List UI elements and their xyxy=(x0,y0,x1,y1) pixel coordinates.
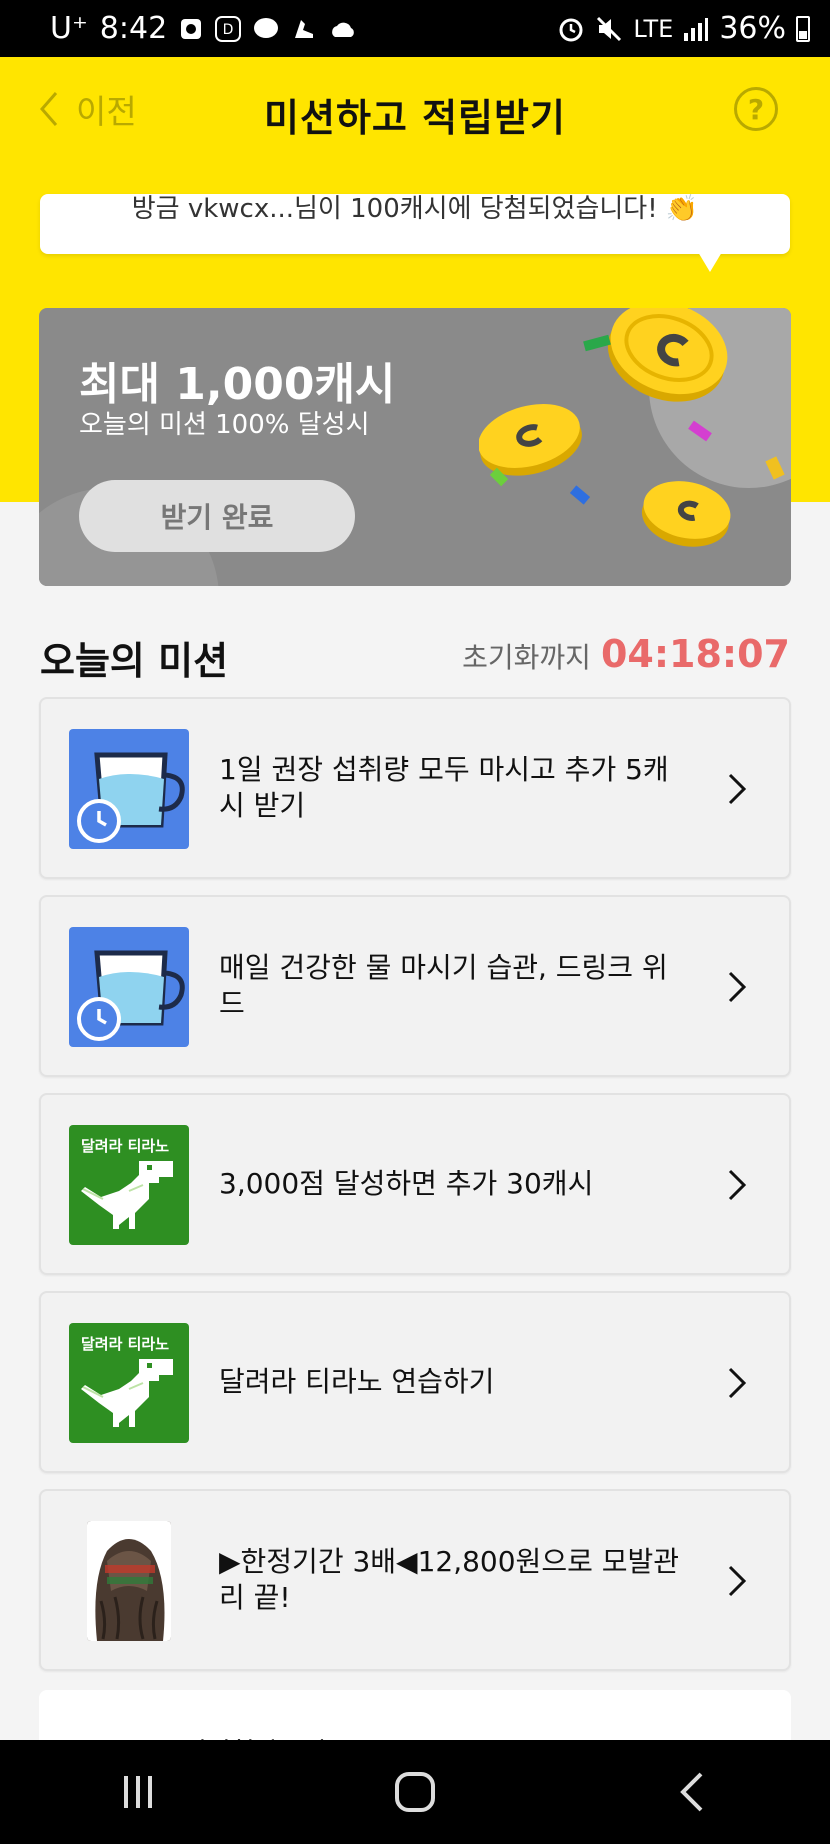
status-time: 8:42 xyxy=(99,11,168,46)
page-title: 미션하고 적립받기 xyxy=(264,96,566,140)
mission-text: 1일 권장 섭취량 모두 마시고 추가 5캐시 받기 xyxy=(219,752,669,822)
mission-item[interactable]: ▶한정기간 3배◀12,800원으로 모발관리 끝! xyxy=(39,1489,791,1671)
app-badge-icon: D xyxy=(215,15,242,42)
shoe-icon xyxy=(291,16,317,42)
back-arrow-icon xyxy=(679,1772,703,1812)
mission-item[interactable]: 1일 권장 섭취량 모두 마시고 추가 5캐시 받기 xyxy=(39,697,791,879)
reset-countdown: 초기화까지 04:18:07 xyxy=(462,632,790,676)
mission-text: 3,000점 달성하면 추가 30캐시 xyxy=(219,1166,594,1200)
coins-illustration-icon xyxy=(479,308,791,547)
battery-percent: 36% xyxy=(719,11,786,46)
chevron-right-icon xyxy=(728,1367,747,1399)
network-type-icon: LTE xyxy=(633,14,674,43)
ticker-tail xyxy=(698,252,722,272)
mission-item[interactable]: 달려라 티라노 3,000점 달성하면 추가 30캐시 xyxy=(39,1093,791,1275)
chevron-right-icon xyxy=(728,1565,747,1597)
home-icon xyxy=(394,1772,435,1812)
winner-ticker: 방금 vkwcx...님이 100캐시에 당첨되었습니다! 👏 xyxy=(40,194,790,254)
home-button[interactable] xyxy=(385,1762,445,1822)
notification-icon xyxy=(179,17,203,41)
recent-apps-icon xyxy=(124,1776,153,1808)
alarm-icon xyxy=(557,15,585,43)
mute-icon xyxy=(595,15,623,43)
claim-complete-button[interactable]: 받기 완료 xyxy=(79,480,355,552)
recent-apps-button[interactable] xyxy=(108,1762,168,1822)
hair-ad-thumbnail xyxy=(87,1521,171,1641)
question-icon: ? xyxy=(747,92,765,126)
reward-card: 최대 1,000캐시 오늘의 미션 100% 달성시 받기 완료 xyxy=(39,308,791,586)
mission-text: 매일 건강한 물 마시기 습관, 드링크 위드 xyxy=(219,950,668,1020)
dino-game-label: 달려라 티라노 xyxy=(81,1137,169,1155)
reward-title: 최대 1,000캐시 xyxy=(79,359,396,410)
status-bar: U⁺ 8:42 D LTE 36% xyxy=(0,0,830,57)
dino-game-icon: 달려라 티라노 xyxy=(69,1125,189,1245)
chevron-right-icon xyxy=(728,773,747,805)
water-cup-alarm-icon xyxy=(69,927,189,1047)
mission-item[interactable]: 달려라 티라노 달려라 티라노 연습하기 xyxy=(39,1291,791,1473)
chevron-right-icon xyxy=(728,1169,747,1201)
chat-icon xyxy=(253,17,279,41)
back-nav-button[interactable] xyxy=(662,1762,722,1822)
dino-game-label: 달려라 티라노 xyxy=(81,1335,169,1353)
mission-text: 달려라 티라노 연습하기 xyxy=(219,1364,495,1398)
svg-text:D: D xyxy=(223,22,234,38)
mission-text: ▶한정기간 3배◀12,800원으로 모발관리 끝! xyxy=(219,1544,680,1614)
help-button[interactable]: ? xyxy=(734,87,778,131)
battery-icon xyxy=(796,15,810,42)
ticker-text: 방금 vkwcx...님이 100캐시에 당첨되었습니다! 👏 xyxy=(131,194,699,224)
cloud-icon xyxy=(329,19,357,39)
reset-label: 초기화까지 xyxy=(462,641,591,674)
top-navigation: 이전 미션하고 적립받기 ? xyxy=(0,57,830,167)
system-navigation-bar xyxy=(0,1740,830,1844)
water-cup-alarm-icon xyxy=(69,729,189,849)
carrier-label: U⁺ xyxy=(50,11,88,46)
dino-game-icon: 달려라 티라노 xyxy=(69,1323,189,1443)
missions-section-title: 오늘의 미션 xyxy=(40,639,229,683)
chevron-right-icon xyxy=(728,971,747,1003)
signal-icon xyxy=(683,17,709,41)
mission-item[interactable]: 매일 건강한 물 마시기 습관, 드링크 위드 xyxy=(39,895,791,1077)
reset-timer: 04:18:07 xyxy=(600,632,790,676)
reward-subtitle: 오늘의 미션 100% 달성시 xyxy=(79,410,370,440)
